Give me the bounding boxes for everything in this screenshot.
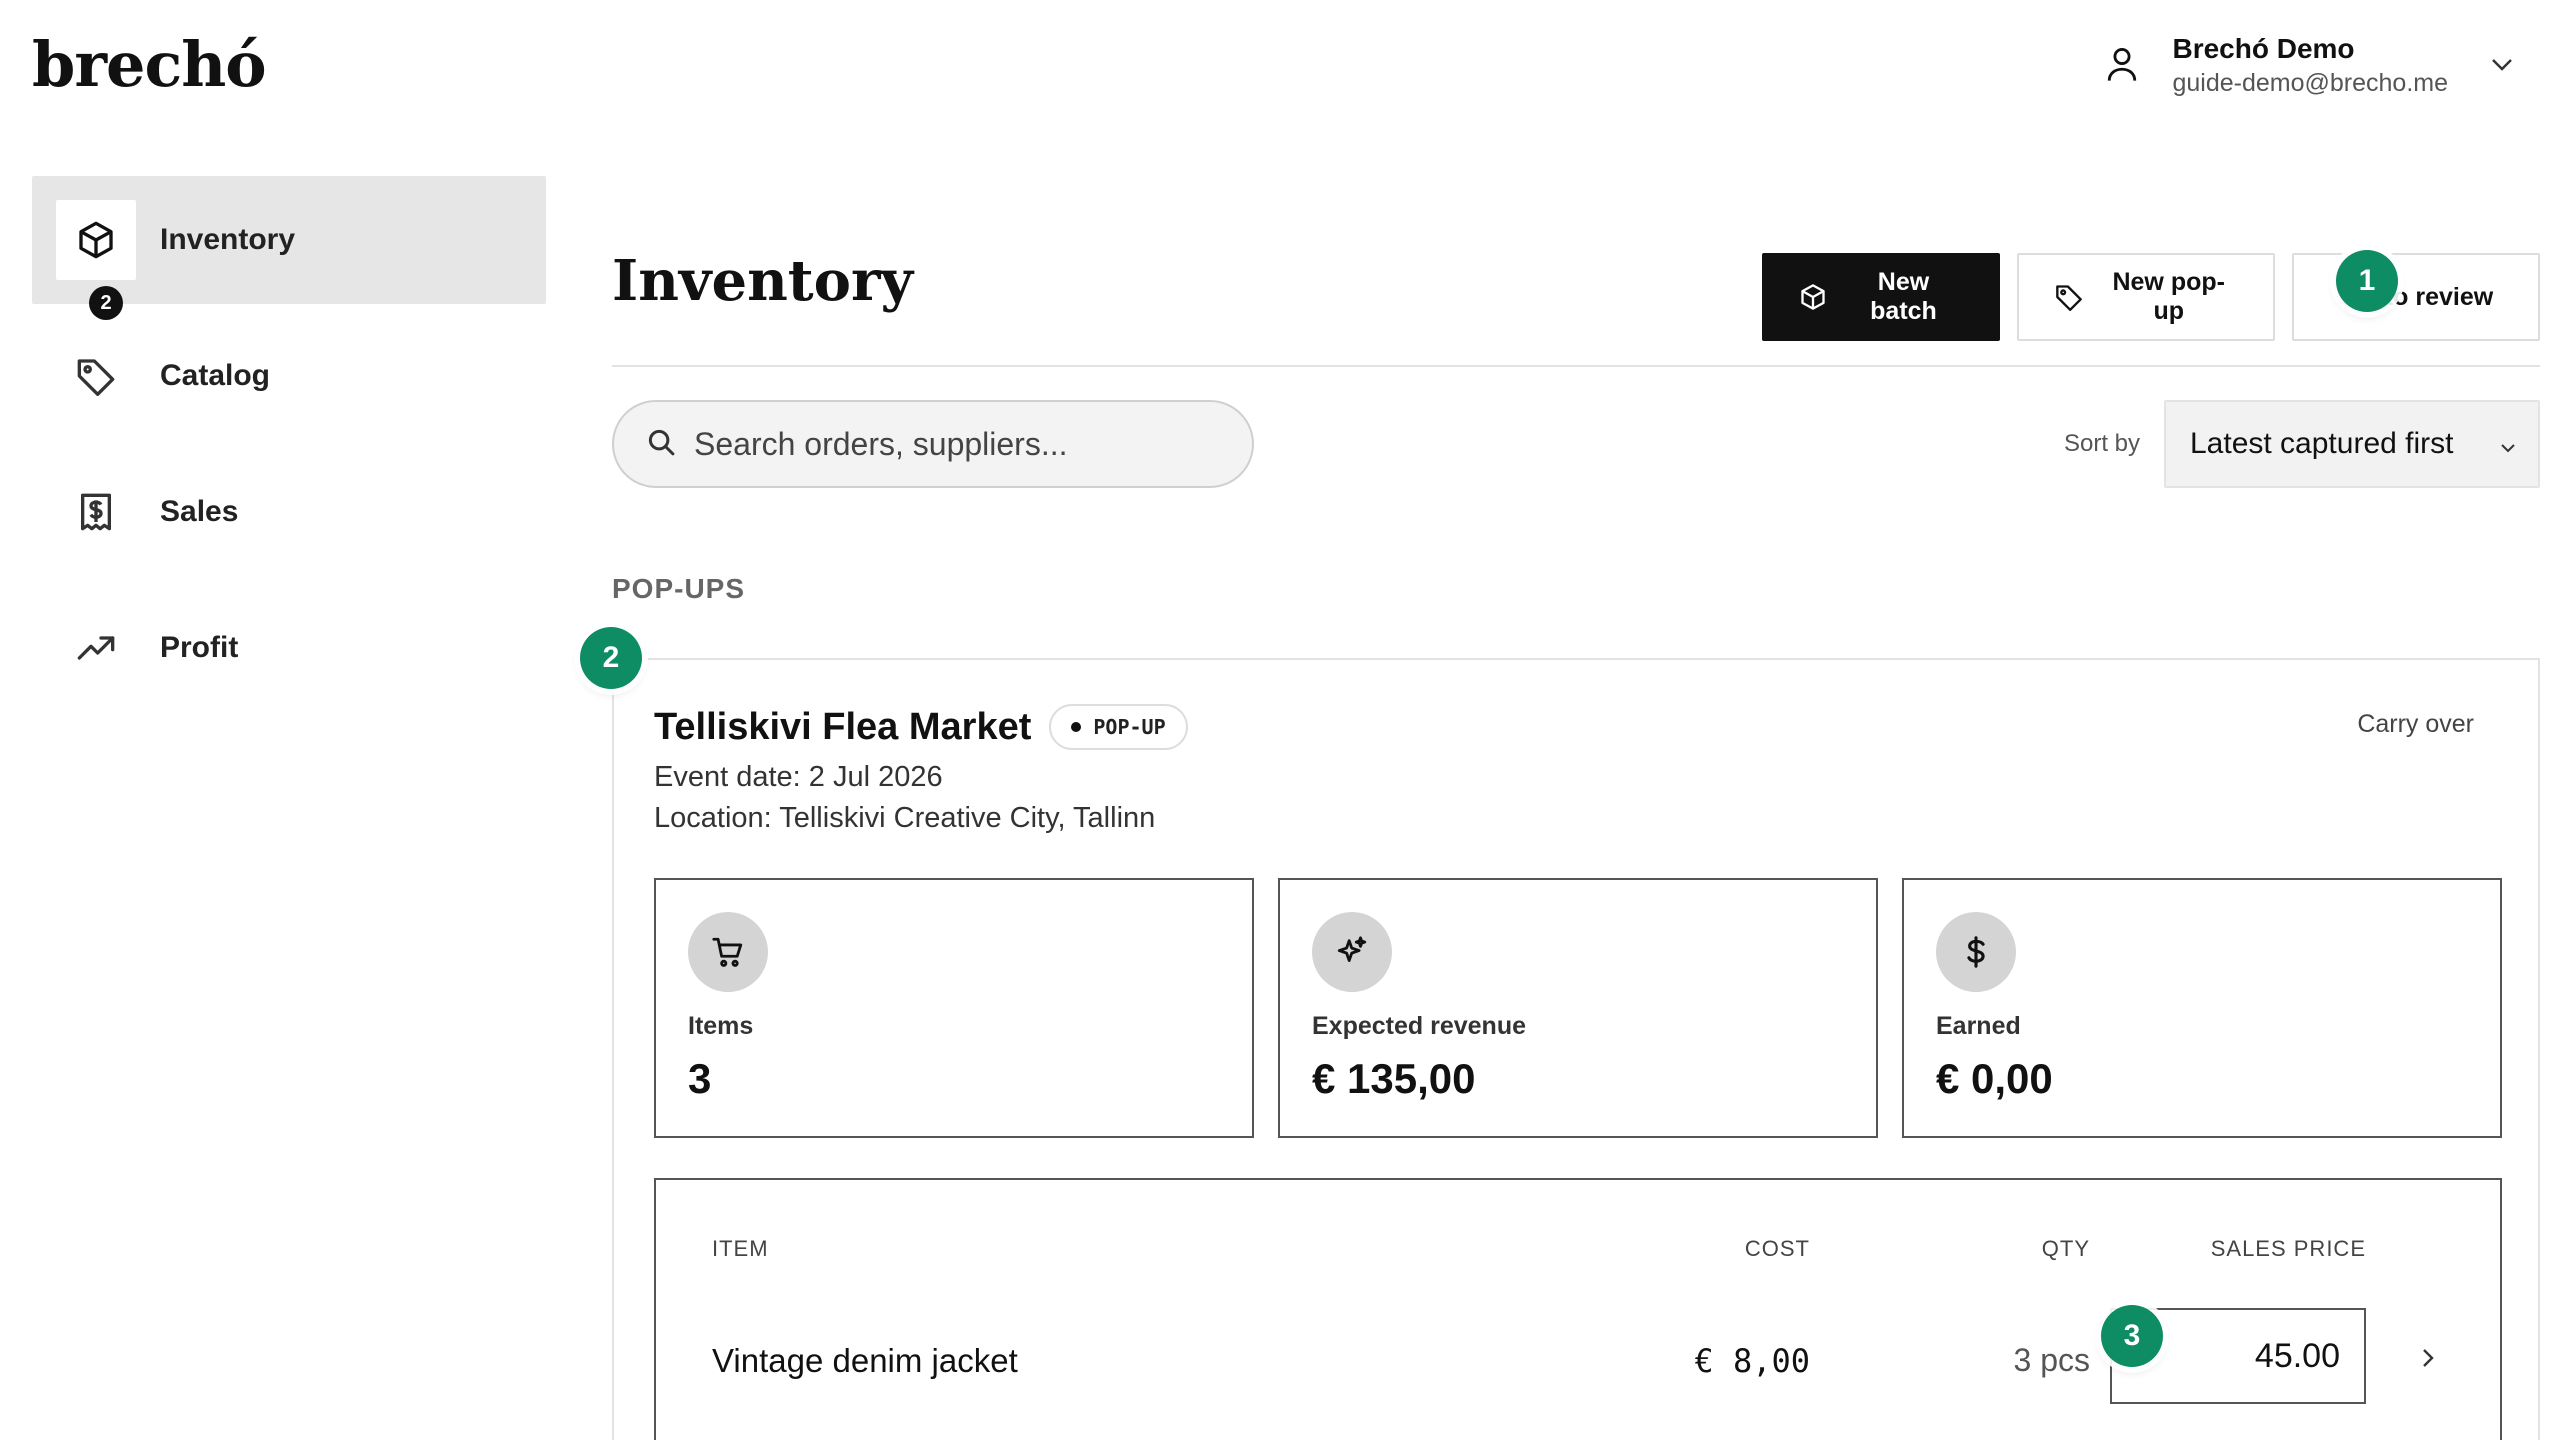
carry-over-button[interactable]: Carry over bbox=[2357, 710, 2474, 739]
sidebar-item-label: Inventory bbox=[160, 223, 296, 256]
stat-card-expected-revenue: Expected revenue € 135,00 bbox=[1278, 878, 1878, 1138]
popup-card: Telliskivi Flea Market POP-UP Event date… bbox=[612, 658, 2540, 1440]
stat-value: 3 bbox=[688, 1055, 712, 1102]
sidebar-item-catalog[interactable]: Catalog bbox=[32, 312, 546, 440]
user-email: guide-demo@brecho.me bbox=[2172, 68, 2448, 97]
user-name: Brechó Demo bbox=[2172, 32, 2355, 64]
step-marker-2: 2 bbox=[580, 627, 642, 689]
column-header-sales-price: SALES PRICE bbox=[2210, 1236, 2366, 1261]
search-icon bbox=[646, 427, 676, 462]
stat-label: Items bbox=[688, 1012, 754, 1040]
step-marker-3: 3 bbox=[2101, 1305, 2163, 1367]
item-qty: 3 pcs bbox=[2013, 1342, 2090, 1378]
box-icon bbox=[1798, 281, 1829, 313]
sidebar-nav: Inventory Catalog Sales Profit bbox=[32, 176, 546, 720]
column-header-item: ITEM bbox=[712, 1236, 769, 1261]
sidebar-item-sales[interactable]: Sales bbox=[32, 448, 546, 576]
column-header-cost: COST bbox=[1744, 1236, 1810, 1261]
brand-logo[interactable]: brechó bbox=[32, 28, 267, 101]
popup-type-badge: POP-UP bbox=[1049, 704, 1188, 750]
popup-header: Telliskivi Flea Market POP-UP bbox=[654, 704, 1188, 750]
search-bar[interactable] bbox=[612, 400, 1254, 488]
user-info: Brechó Demo guide-demo@brecho.me bbox=[2172, 33, 2448, 98]
trending-up-icon bbox=[56, 608, 136, 688]
stat-value: € 135,00 bbox=[1312, 1055, 1476, 1102]
sort-select[interactable]: Latest captured first bbox=[2164, 400, 2540, 488]
stat-card-items: Items 3 bbox=[654, 878, 1254, 1138]
stat-label: Expected revenue bbox=[1312, 1012, 1526, 1040]
sidebar-item-label: Catalog bbox=[160, 359, 271, 392]
stat-value: € 0,00 bbox=[1936, 1055, 2053, 1102]
user-icon bbox=[2100, 43, 2144, 87]
new-popup-button[interactable]: New pop-up bbox=[2017, 253, 2275, 341]
popup-event-date: Event date: 2 Jul 2026 bbox=[654, 761, 943, 793]
item-name: Vintage denim jacket bbox=[712, 1342, 1018, 1379]
popup-tag-label: POP-UP bbox=[1093, 715, 1166, 739]
to-review-button[interactable]: to review bbox=[2292, 253, 2540, 341]
sort-value: Latest captured first bbox=[2190, 427, 2454, 460]
sparkles-icon bbox=[1312, 912, 1392, 992]
sales-count-badge: 2 bbox=[89, 286, 123, 320]
sort-label: Sort by bbox=[2064, 430, 2141, 457]
stat-card-earned: Earned € 0,00 bbox=[1902, 878, 2502, 1138]
tag-icon bbox=[56, 336, 136, 416]
item-cost: € 8,00 bbox=[1694, 1342, 1810, 1380]
to-review-label: to review bbox=[2384, 282, 2494, 311]
stat-label: Earned bbox=[1936, 1012, 2021, 1040]
new-popup-label: New pop-up bbox=[2112, 268, 2225, 325]
popup-meta: Event date: 2 Jul 2026 Location: Tellisk… bbox=[654, 757, 1155, 839]
dot-icon bbox=[1071, 722, 1082, 732]
user-menu[interactable]: Brechó Demo guide-demo@brecho.me bbox=[2100, 30, 2520, 100]
items-table: ITEM COST QTY SALES PRICE Vintage denim … bbox=[654, 1178, 2502, 1440]
popup-title[interactable]: Telliskivi Flea Market bbox=[654, 706, 1031, 749]
header-actions: New batch New pop-up to review bbox=[1762, 253, 2540, 341]
sidebar-item-label: Profit bbox=[160, 631, 239, 664]
dollar-icon bbox=[1936, 912, 2016, 992]
cart-icon bbox=[688, 912, 768, 992]
new-batch-label: New batch bbox=[1870, 268, 1937, 325]
chevron-right-icon[interactable] bbox=[2412, 1342, 2444, 1374]
page-title: Inventory bbox=[612, 248, 914, 314]
sidebar-item-profit[interactable]: Profit bbox=[32, 584, 546, 712]
section-label-popups: POP-UPS bbox=[612, 573, 746, 604]
tag-icon bbox=[2053, 281, 2084, 313]
chevron-down-icon[interactable] bbox=[2484, 47, 2520, 83]
header-divider bbox=[612, 365, 2540, 367]
chevron-down-icon bbox=[2500, 427, 2516, 461]
column-header-qty: QTY bbox=[2041, 1236, 2090, 1261]
sidebar-item-inventory[interactable]: Inventory bbox=[32, 176, 546, 304]
receipt-icon bbox=[56, 472, 136, 552]
search-input[interactable] bbox=[694, 425, 1214, 463]
popup-stats: Items 3 Expected revenue € 135,00 Earned… bbox=[654, 878, 2502, 1138]
step-marker-1: 1 bbox=[2336, 250, 2398, 312]
new-batch-button[interactable]: New batch bbox=[1762, 253, 2000, 341]
popup-location: Location: Telliskivi Creative City, Tall… bbox=[654, 802, 1156, 834]
app-page: brechó Brechó Demo guide-demo@brecho.me … bbox=[0, 0, 2560, 1440]
sidebar-item-label: Sales bbox=[160, 495, 239, 528]
box-icon bbox=[56, 200, 136, 280]
